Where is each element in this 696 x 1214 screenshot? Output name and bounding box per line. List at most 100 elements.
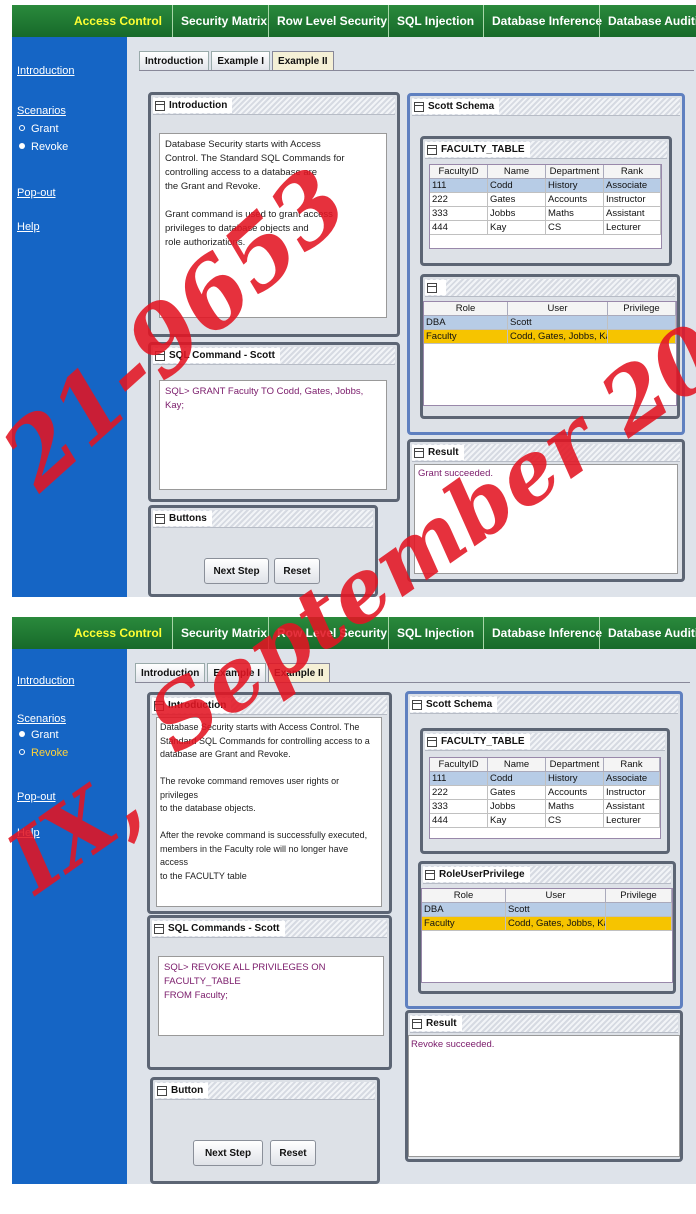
nav-access-control[interactable]: Access Control	[12, 5, 172, 37]
column-header[interactable]: FacultyID	[430, 165, 488, 179]
table-row[interactable]: 222 Gates Accounts Instructor	[430, 193, 661, 207]
table-cell: 444	[430, 814, 488, 828]
column-header[interactable]: FacultyID	[430, 758, 488, 772]
table-cell	[608, 330, 676, 344]
column-header[interactable]: Rank	[604, 165, 661, 179]
window-icon	[155, 513, 165, 524]
sidebar-link-help[interactable]: Help	[17, 221, 40, 233]
table-cell: Instructor	[604, 786, 660, 800]
window-icon	[427, 736, 437, 747]
table-row[interactable]: 222 Gates Accounts Instructor	[430, 786, 660, 800]
table-row[interactable]: Faculty Codd, Gates, Jobbs, Kay	[424, 330, 676, 344]
column-header[interactable]: Privilege	[608, 302, 676, 316]
sidebar: Introduction Scenarios Grant Revoke Pop-…	[12, 37, 127, 597]
result-text-area: Revoke succeeded.	[408, 1035, 680, 1157]
table-row[interactable]: 333 Jobbs Maths Assistant	[430, 800, 660, 814]
sidebar-link-scenarios[interactable]: Scenarios	[17, 713, 66, 725]
nav-row-level-security[interactable]: Row Level Security	[268, 617, 388, 649]
column-header[interactable]: Role	[424, 302, 508, 316]
table-row[interactable]: 333 Jobbs Maths Assistant	[430, 207, 661, 221]
nav-sql-injection[interactable]: SQL Injection	[388, 5, 483, 37]
tab-example-1[interactable]: Example I	[207, 663, 267, 682]
column-header[interactable]: Name	[488, 758, 546, 772]
tab-divider	[135, 682, 690, 683]
nav-security-matrix[interactable]: Security Matrix	[172, 617, 268, 649]
faculty-table-title: FACULTY_TABLE	[441, 144, 525, 155]
main-content: Introduction Example I Example II Introd…	[127, 37, 696, 597]
column-header[interactable]: User	[506, 889, 606, 903]
role-table-header-row: Role User Privilege	[422, 889, 672, 903]
nav-database-auditing[interactable]: Database Auditing	[599, 5, 696, 37]
table-cell: DBA	[422, 903, 506, 917]
table-cell: 444	[430, 221, 488, 235]
sidebar-link-popout[interactable]: Pop-out	[17, 791, 56, 803]
role-panel-title: RoleUserPrivilege	[439, 869, 525, 880]
next-step-button[interactable]: Next Step	[204, 558, 269, 584]
radio-revoke[interactable]: Revoke	[19, 141, 68, 153]
tab-example-1[interactable]: Example I	[211, 51, 271, 70]
reset-button[interactable]: Reset	[270, 1140, 316, 1166]
table-row[interactable]: 444 Kay CS Lecturer	[430, 814, 660, 828]
table-cell: Kay	[488, 814, 546, 828]
table-cell: CS	[546, 221, 604, 235]
nav-row-level-security[interactable]: Row Level Security	[268, 5, 388, 37]
sidebar-link-help[interactable]: Help	[17, 827, 40, 839]
window-icon	[427, 144, 437, 155]
column-header[interactable]: Rank	[604, 758, 660, 772]
introduction-panel-header: Introduction	[152, 697, 387, 715]
nav-database-inference[interactable]: Database Inference	[483, 5, 602, 37]
tab-introduction[interactable]: Introduction	[135, 663, 206, 682]
scott-schema-panel-header: Scott Schema	[410, 696, 678, 714]
reset-button[interactable]: Reset	[274, 558, 320, 584]
radio-revoke[interactable]: Revoke	[19, 747, 68, 759]
radio-grant[interactable]: Grant	[19, 729, 59, 741]
nav-database-inference[interactable]: Database Inference	[483, 617, 602, 649]
tab-introduction[interactable]: Introduction	[139, 51, 210, 70]
tab-example-2[interactable]: Example II	[272, 51, 334, 70]
column-header[interactable]: User	[508, 302, 608, 316]
scott-schema-panel-title: Scott Schema	[426, 699, 493, 710]
table-row[interactable]: 111 Codd History Associate	[430, 179, 661, 193]
next-step-button[interactable]: Next Step	[193, 1140, 263, 1166]
column-header[interactable]: Department	[546, 165, 604, 179]
sidebar-link-popout[interactable]: Pop-out	[17, 187, 56, 199]
nav-security-matrix[interactable]: Security Matrix	[172, 5, 268, 37]
sql-command-text: SQL> REVOKE ALL PRIVILEGES ON FACULTY_TA…	[158, 956, 384, 1036]
table-cell: Codd	[488, 179, 546, 193]
column-header[interactable]: Department	[546, 758, 604, 772]
table-row[interactable]: DBA Scott	[424, 316, 676, 330]
scott-schema-panel: Scott Schema FACULTY_TABLE FacultyID Nam…	[405, 691, 683, 1009]
nav-database-auditing[interactable]: Database Auditing	[599, 617, 696, 649]
table-row[interactable]: DBA Scott	[422, 903, 672, 917]
introduction-panel-title: Introduction	[168, 700, 227, 711]
role-panel-header	[425, 279, 675, 297]
nav-access-control[interactable]: Access Control	[12, 617, 172, 649]
sidebar-link-scenarios[interactable]: Scenarios	[17, 105, 66, 117]
sidebar-link-introduction[interactable]: Introduction	[17, 675, 74, 687]
screenshot-grant: Access Control Security Matrix Row Level…	[0, 0, 696, 597]
column-header[interactable]: Role	[422, 889, 506, 903]
table-cell: Lecturer	[604, 221, 661, 235]
sql-command-panel-title: SQL Command - Scott	[169, 350, 275, 361]
table-cell: 222	[430, 786, 488, 800]
table-cell: Maths	[546, 800, 604, 814]
scott-schema-panel-header: Scott Schema	[412, 98, 680, 116]
nav-sql-injection[interactable]: SQL Injection	[388, 617, 483, 649]
table-row[interactable]: Faculty Codd, Gates, Jobbs, Kay	[422, 917, 672, 931]
role-panel-header: RoleUserPrivilege	[423, 866, 671, 884]
buttons-panel: Button Next Step Reset	[150, 1077, 380, 1184]
column-header[interactable]: Privilege	[606, 889, 672, 903]
sidebar-link-introduction[interactable]: Introduction	[17, 65, 74, 77]
radio-grant[interactable]: Grant	[19, 123, 59, 135]
table-row[interactable]: 111 Codd History Associate	[430, 772, 660, 786]
table-cell	[606, 917, 672, 931]
table-row[interactable]: 444 Kay CS Lecturer	[430, 221, 661, 235]
column-header[interactable]: Name	[488, 165, 546, 179]
introduction-panel-title: Introduction	[169, 100, 228, 111]
radio-grant-label: Grant	[31, 123, 59, 135]
tab-example-2[interactable]: Example II	[268, 663, 330, 682]
role-table-header-row: Role User Privilege	[424, 302, 676, 316]
tab-bar: Introduction Example I Example II	[135, 663, 332, 683]
radio-unselected-icon	[19, 143, 25, 150]
buttons-panel-title: Buttons	[169, 513, 207, 524]
